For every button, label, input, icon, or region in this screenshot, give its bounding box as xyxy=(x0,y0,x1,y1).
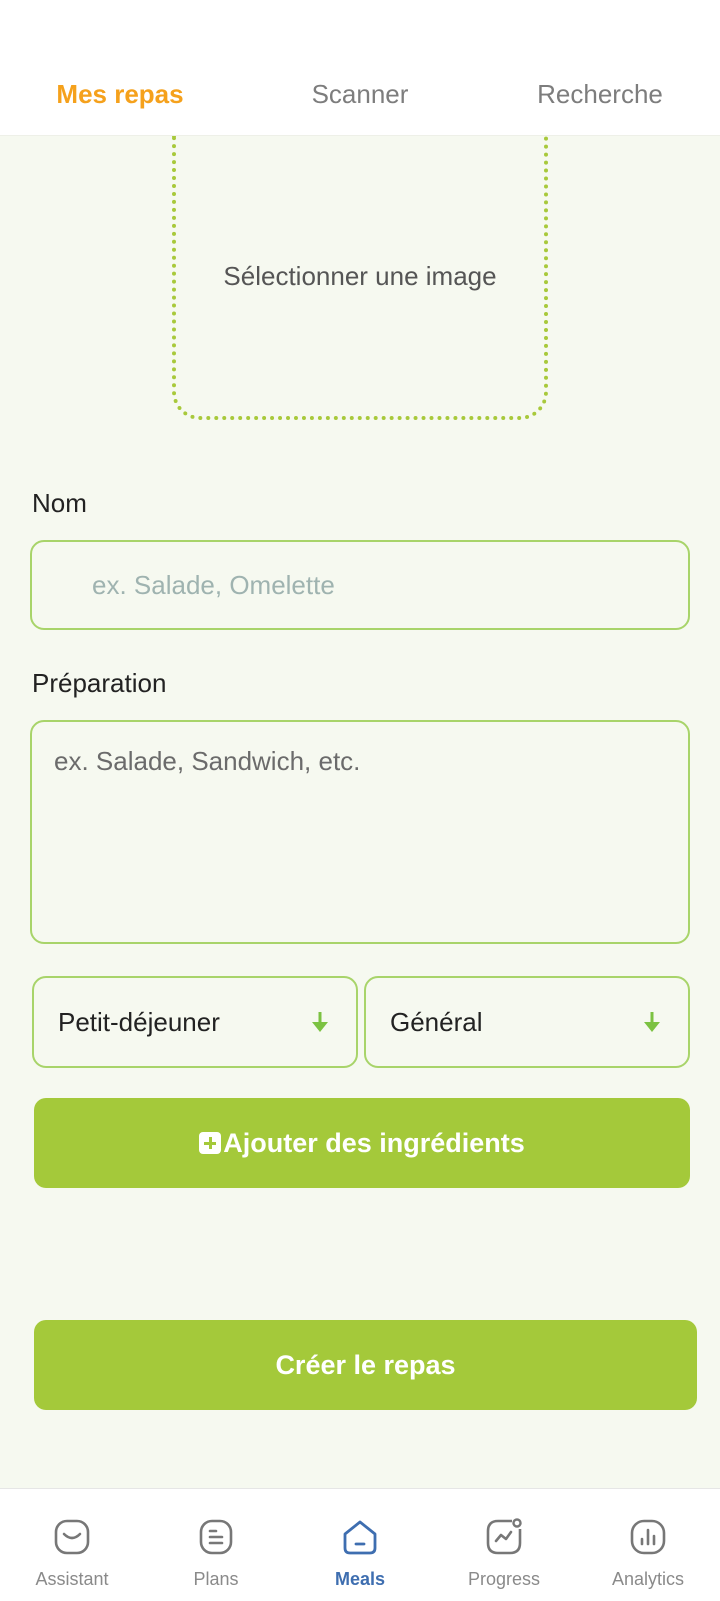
image-picker-label: Sélectionner une image xyxy=(223,260,497,291)
plus-icon xyxy=(199,1132,222,1154)
meals-home-icon xyxy=(343,1520,377,1555)
image-picker[interactable]: Sélectionner une image xyxy=(172,136,548,420)
create-meal-label: Créer le repas xyxy=(275,1349,456,1380)
nav-label-analytics: Analytics xyxy=(611,1569,685,1589)
nav-label-plans: Plans xyxy=(193,1569,239,1589)
nav-item-analytics[interactable]: Analytics xyxy=(576,1489,720,1601)
nav-label-assistant: Assistant xyxy=(35,1569,109,1589)
preparation-textarea[interactable] xyxy=(30,720,690,944)
add-ingredients-label: Ajouter des ingrédients xyxy=(223,1127,525,1158)
nav-item-progress[interactable]: Progress xyxy=(432,1489,576,1601)
preparation-label: Préparation xyxy=(32,668,167,698)
progress-icon xyxy=(486,1518,522,1555)
meal-type-value: Petit-déjeuner xyxy=(58,1007,220,1037)
create-meal-form: Sélectionner une image Nom Préparation P… xyxy=(0,136,720,1488)
nav-item-meals[interactable]: Meals xyxy=(288,1489,432,1601)
add-ingredients-button[interactable]: Ajouter des ingrédients xyxy=(34,1098,690,1188)
arrow-down-icon xyxy=(312,1012,328,1032)
nav-label-progress: Progress xyxy=(467,1569,541,1589)
name-label: Nom xyxy=(32,488,87,518)
arrow-down-icon xyxy=(644,1012,660,1032)
analytics-icon xyxy=(630,1519,666,1555)
name-input[interactable] xyxy=(30,540,690,630)
assistant-icon xyxy=(54,1519,90,1555)
top-tab-bar: Mes repas Scanner Recherche xyxy=(0,0,720,136)
plans-icon xyxy=(199,1519,233,1555)
nav-item-plans[interactable]: Plans xyxy=(144,1489,288,1601)
tab-scanner[interactable]: Scanner xyxy=(280,72,440,116)
meal-type-select[interactable]: Petit-déjeuner xyxy=(32,976,358,1068)
bottom-nav: Assistant Plans Meals Progress Analytics xyxy=(0,1488,720,1600)
nav-item-assistant[interactable]: Assistant xyxy=(0,1489,144,1601)
tab-mes-repas[interactable]: Mes repas xyxy=(40,72,200,116)
tab-recherche[interactable]: Recherche xyxy=(520,72,680,116)
create-meal-button[interactable]: Créer le repas xyxy=(34,1320,697,1410)
nav-label-meals: Meals xyxy=(334,1569,386,1589)
category-select[interactable]: Général xyxy=(364,976,690,1068)
category-value: Général xyxy=(390,1007,483,1037)
